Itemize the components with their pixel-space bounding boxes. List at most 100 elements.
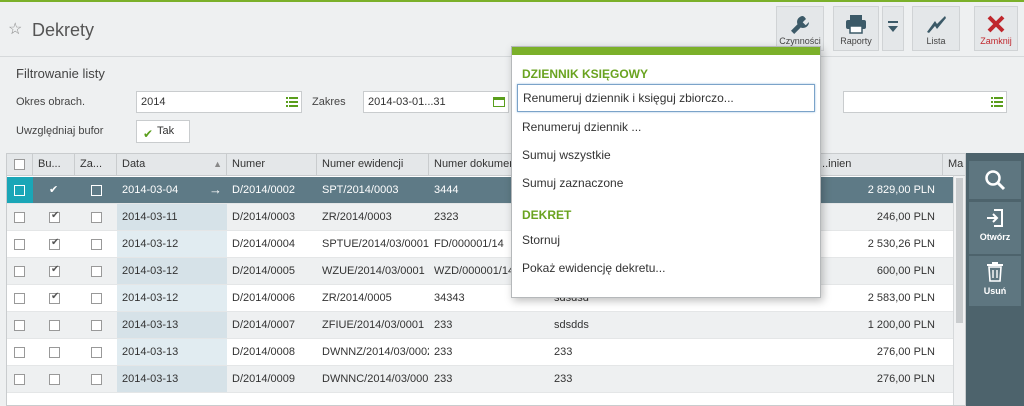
zamknij-label: Zamknij (980, 36, 1012, 46)
select-all-header[interactable] (7, 154, 33, 176)
cell-numer-dokumentu: 233 (434, 373, 453, 385)
calendar-icon[interactable] (493, 96, 505, 107)
czynnosci-button[interactable]: Czynności (776, 6, 824, 51)
bufor-toggle-button[interactable]: ✔ Tak (136, 120, 190, 143)
cell-numer-ewidencji: DWNNZ/2014/03/0002 (322, 346, 429, 358)
cell-numer-ewidencji: ZR/2014/0003 (322, 211, 392, 223)
bufor-label: Uwzględniaj bufor (16, 125, 104, 137)
col-numer[interactable]: Numer (227, 154, 317, 176)
menu-item-renumeruj-ksieguj[interactable]: Renumeruj dziennik i księguj zbiorczo... (517, 84, 815, 112)
raporty-dropdown-button[interactable] (882, 6, 904, 51)
row-select-cell[interactable] (7, 366, 33, 392)
popup-accent-bar (512, 47, 820, 55)
table-header: Bu... Za... Data ▲ Numer Numer ewidencji… (7, 154, 965, 176)
table-row[interactable]: 2014-03-13 D/2014/0008 DWNNZ/2014/03/0002 2… (7, 339, 955, 366)
row-select-cell[interactable] (7, 312, 33, 338)
cell-data: 2014-03-12 (117, 258, 227, 284)
cell-numer: D/2014/0008 (232, 346, 295, 358)
zaznaczone-checkbox[interactable] (91, 185, 102, 196)
menu-item-renumeruj[interactable]: Renumeruj dziennik ... (517, 114, 815, 142)
bufor-checkbox[interactable] (49, 210, 60, 223)
cell-numer: D/2014/0004 (232, 238, 295, 250)
col-data[interactable]: Data ▲ (117, 154, 227, 176)
cell-numer: D/2014/0002 (232, 184, 295, 196)
row-select-cell[interactable] (7, 204, 33, 230)
cell-numer: D/2014/0005 (232, 265, 295, 277)
zakres-field[interactable]: 2014-03-01...31 (363, 91, 509, 113)
cell-data: 2014-03-11 (117, 204, 227, 230)
row-select-checkbox[interactable] (14, 320, 25, 331)
cell-numer-ewidencji: SPTUE/2014/03/0001 (322, 238, 429, 250)
col-ma[interactable]: Ma (943, 154, 965, 176)
row-select-cell[interactable] (7, 231, 33, 257)
row-select-checkbox[interactable] (14, 266, 25, 277)
table-row[interactable]: 2014-03-13 D/2014/0009 DWNNC/2014/03/0002 2… (7, 366, 955, 393)
row-select-checkbox[interactable] (14, 374, 25, 385)
bufor-value: Tak (157, 125, 175, 137)
printer-icon (846, 15, 866, 34)
bufor-checkbox[interactable] (49, 347, 60, 358)
bufor-checkbox[interactable] (49, 291, 60, 304)
list-icon[interactable] (286, 97, 298, 107)
bufor-checkbox[interactable] (49, 374, 60, 385)
cell-numer-ewidencji: ZR/2014/0005 (322, 292, 392, 304)
cell-opis: 233 (554, 373, 573, 385)
cell-numer-ewidencji: WZUE/2014/03/0001 (322, 265, 425, 277)
bufor-checkbox[interactable] (49, 320, 60, 331)
raporty-label: Raporty (840, 36, 872, 46)
raporty-button[interactable]: Raporty (833, 6, 879, 51)
menu-item-pokaz-ewidencje[interactable]: Pokaż ewidencję dekretu... (517, 255, 815, 283)
bufor-checkbox[interactable]: ✔ (49, 185, 60, 196)
bufor-checkbox[interactable] (49, 264, 60, 277)
row-select-cell[interactable] (7, 339, 33, 365)
cell-data: 2014-03-13 (117, 339, 227, 365)
row-select-checkbox[interactable] (14, 212, 25, 223)
dekrety-table: Bu... Za... Data ▲ Numer Numer ewidencji… (6, 153, 966, 406)
menu-item-stornuj[interactable]: Stornuj (517, 227, 815, 255)
zaznaczone-checkbox[interactable] (91, 374, 102, 385)
zaznaczone-checkbox[interactable] (91, 320, 102, 331)
select-all-checkbox[interactable] (14, 159, 25, 170)
page-title: Dekrety (32, 20, 95, 40)
row-select-cell[interactable] (7, 285, 33, 311)
row-select-cell[interactable] (7, 177, 33, 203)
favorite-star-icon[interactable]: ☆ (8, 22, 24, 38)
usun-button[interactable]: Usuń (969, 256, 1021, 306)
row-select-checkbox[interactable] (14, 347, 25, 358)
zaznaczone-checkbox[interactable] (91, 239, 102, 250)
bufor-checkbox[interactable] (49, 237, 60, 250)
cell-data: 2014-03-13 (117, 366, 227, 392)
right-action-panel: Otwórz Usuń (966, 153, 1024, 406)
list-icon[interactable] (991, 97, 1003, 107)
search-button[interactable] (969, 161, 1021, 199)
zakres-label: Zakres (312, 96, 346, 108)
menu-item-sumuj-zaznaczone[interactable]: Sumuj zaznaczone (517, 170, 815, 198)
zaznaczone-checkbox[interactable] (91, 212, 102, 223)
lista-button[interactable]: Lista (912, 6, 960, 51)
okres-label: Okres obrach. (16, 96, 86, 108)
col-zaznaczone[interactable]: Za... (75, 154, 117, 176)
cell-data: 2014-03-12 (117, 285, 227, 311)
zaznaczone-checkbox[interactable] (91, 347, 102, 358)
menu-item-sumuj-wszystkie[interactable]: Sumuj wszystkie (517, 142, 815, 170)
row-select-cell[interactable] (7, 258, 33, 284)
col-winien-label: ...inien (819, 158, 852, 170)
zaznaczone-checkbox[interactable] (91, 293, 102, 304)
extra-filter-field[interactable] (843, 91, 1007, 113)
zamknij-button[interactable]: Zamknij (974, 6, 1018, 51)
lightning-icon (927, 16, 946, 33)
zakres-value: 2014-03-01...31 (368, 96, 446, 108)
vertical-scrollbar[interactable] (953, 176, 965, 405)
zaznaczone-checkbox[interactable] (91, 266, 102, 277)
row-select-checkbox[interactable] (14, 239, 25, 250)
col-numer-ewidencji[interactable]: Numer ewidencji (317, 154, 429, 176)
row-select-checkbox[interactable] (14, 293, 25, 304)
okres-field[interactable]: 2014 (136, 91, 302, 113)
scrollbar-thumb[interactable] (956, 178, 963, 323)
cell-data: 2014-03-13 (117, 312, 227, 338)
table-row[interactable]: 2014-03-13 D/2014/0007 ZFIUE/2014/03/0001 2… (7, 312, 955, 339)
wrench-icon (791, 16, 809, 34)
row-select-checkbox[interactable] (14, 185, 25, 196)
col-bufor[interactable]: Bu... (33, 154, 75, 176)
otworz-button[interactable]: Otwórz (969, 202, 1021, 254)
